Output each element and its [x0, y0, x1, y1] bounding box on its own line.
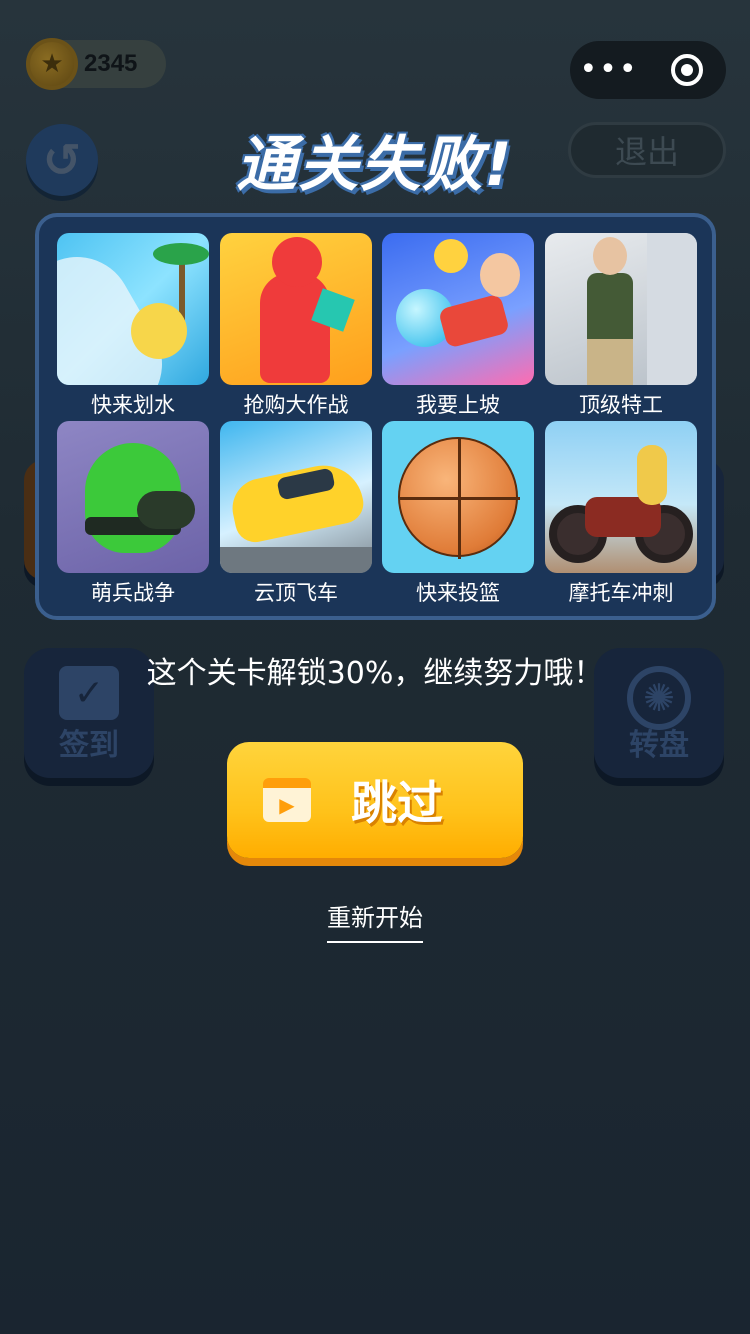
game-thumbnail — [220, 233, 372, 385]
game-thumbnail — [382, 421, 534, 573]
skip-label: 跳过 — [351, 776, 443, 830]
game-item[interactable]: 摩托车冲刺 — [545, 421, 697, 607]
video-clapper-icon: ▶ — [263, 778, 311, 822]
game-item[interactable]: 云顶飞车 — [220, 421, 372, 607]
game-thumbnail — [382, 233, 534, 385]
target-icon — [671, 54, 703, 86]
game-name: 萌兵战争 — [91, 581, 175, 605]
game-item[interactable]: 抢购大作战 — [220, 233, 372, 419]
coin-icon: ★ — [26, 38, 78, 90]
mini-program-capsule: ••• — [570, 41, 726, 99]
unlock-progress-message: 这个关卡解锁30%，继续努力哦！ — [146, 656, 604, 691]
game-thumbnail — [545, 233, 697, 385]
game-name: 快来划水 — [91, 393, 175, 417]
restart-link-row: 重新开始 — [0, 898, 750, 943]
close-miniprogram-button[interactable] — [648, 54, 726, 86]
signin-label: 签到 — [59, 728, 119, 763]
game-name: 云顶飞车 — [254, 581, 338, 605]
skip-button[interactable]: ▶ 跳过 — [227, 742, 523, 858]
game-name: 快来投篮 — [416, 581, 500, 605]
game-item[interactable]: 快来划水 — [57, 233, 209, 419]
page-title: 通关失败! — [236, 130, 514, 200]
game-thumbnail — [57, 421, 209, 573]
game-recommendation-panel: 快来划水 抢购大作战 我要上坡 顶级特工 萌兵战争 云顶飞车 快来投篮 摩托车冲… — [35, 213, 716, 620]
game-name: 抢购大作战 — [243, 393, 349, 417]
coin-count: 2345 — [84, 50, 138, 77]
game-name: 我要上坡 — [416, 393, 500, 417]
game-item[interactable]: 我要上坡 — [382, 233, 534, 419]
game-item[interactable]: 顶级特工 — [545, 233, 697, 419]
restart-link[interactable]: 重新开始 — [327, 898, 423, 943]
wheel-label: 转盘 — [629, 728, 689, 763]
game-name: 顶级特工 — [579, 393, 663, 417]
game-thumbnail — [220, 421, 372, 573]
game-item[interactable]: 萌兵战争 — [57, 421, 209, 607]
game-name: 摩托车冲刺 — [568, 581, 674, 605]
game-thumbnail — [545, 421, 697, 573]
game-thumbnail — [57, 233, 209, 385]
more-menu-button[interactable]: ••• — [570, 55, 648, 85]
game-item[interactable]: 快来投篮 — [382, 421, 534, 607]
